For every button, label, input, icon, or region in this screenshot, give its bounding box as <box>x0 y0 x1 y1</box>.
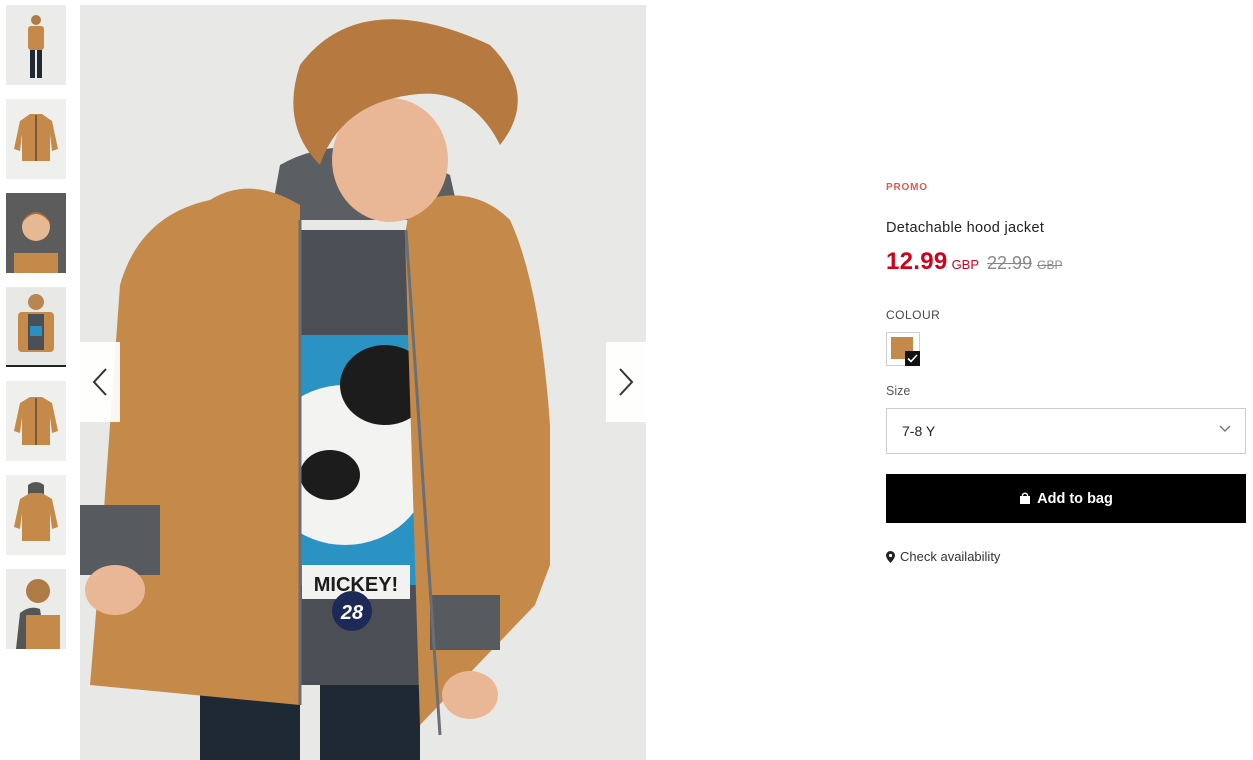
current-price-currency: GBP <box>951 257 980 272</box>
check-availability-label: Check availability <box>900 549 1001 564</box>
next-image-button[interactable] <box>606 342 646 422</box>
shopping-bag-icon <box>1020 492 1031 504</box>
size-dropdown[interactable]: 7-8 Y <box>886 408 1246 454</box>
size-label: Size <box>886 384 911 398</box>
chevron-right-icon <box>619 368 634 396</box>
colour-swatch-selected[interactable] <box>886 332 920 366</box>
thumbnail-3[interactable] <box>6 193 66 273</box>
tshirt-badge-text: 28 <box>340 602 364 624</box>
thumbnail-2[interactable] <box>6 99 66 179</box>
thumbnail-6[interactable] <box>6 475 66 555</box>
thumbnail-4[interactable] <box>6 287 66 367</box>
model-photo: MICKEY! 28 <box>80 5 646 760</box>
price-row: 12.99 GBP 22.99 GBP <box>886 248 1063 276</box>
original-price-currency: GBP <box>1037 258 1063 272</box>
chevron-down-icon <box>1219 425 1231 432</box>
size-selected-value: 7-8 Y <box>902 423 936 439</box>
check-availability-link[interactable]: Check availability <box>886 549 1000 564</box>
thumbnail-1[interactable] <box>6 5 66 85</box>
thumbnail-7[interactable] <box>6 569 66 649</box>
add-to-bag-label: Add to bag <box>1037 490 1113 507</box>
promo-label: PROMO <box>886 182 928 193</box>
colour-label: COLOUR <box>886 308 941 322</box>
check-icon <box>905 351 920 366</box>
chevron-left-icon <box>92 368 107 396</box>
main-product-image: MICKEY! 28 <box>80 5 646 760</box>
add-to-bag-button[interactable]: Add to bag <box>886 474 1246 523</box>
original-price: 22.99 <box>987 253 1033 273</box>
thumbnail-5[interactable] <box>6 381 66 461</box>
current-price: 12.99 <box>886 248 948 275</box>
prev-image-button[interactable] <box>80 342 120 422</box>
product-title: Detachable hood jacket <box>886 220 1045 236</box>
location-pin-icon <box>886 550 895 563</box>
